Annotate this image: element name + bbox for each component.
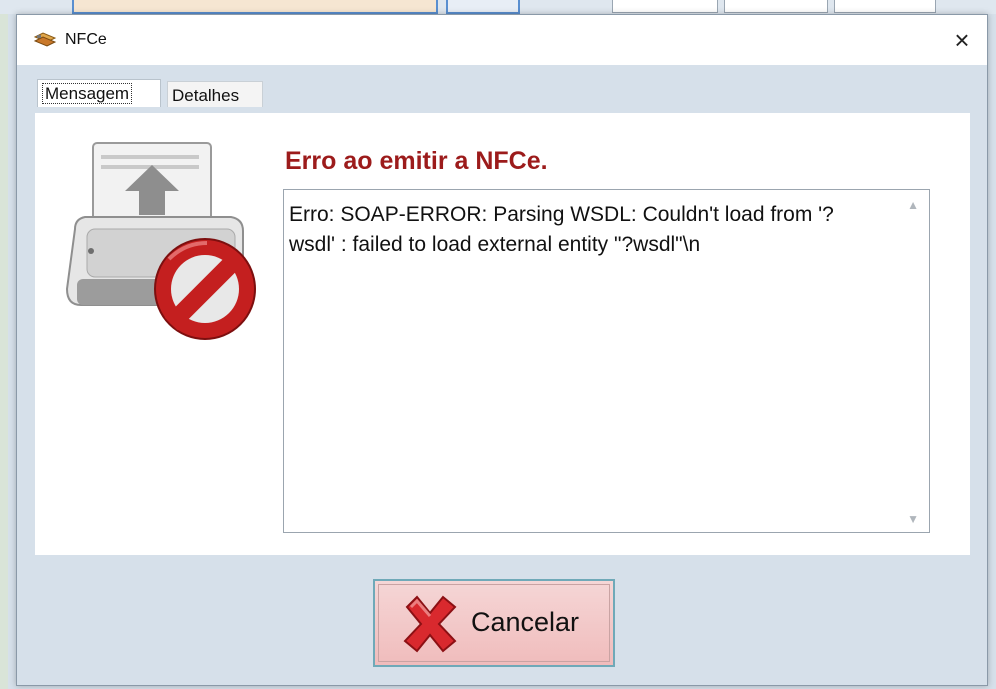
background-field	[72, 0, 438, 14]
scroll-down-icon[interactable]: ▼	[907, 512, 919, 526]
tab-mensagem[interactable]: Mensagem	[37, 79, 161, 107]
scroll-up-icon[interactable]: ▲	[907, 198, 919, 212]
close-button[interactable]: ×	[937, 15, 987, 65]
app-icon	[33, 32, 57, 47]
background-app-strip	[0, 0, 996, 14]
tab-detalhes[interactable]: Detalhes	[167, 81, 263, 107]
dialog-title: NFCe	[65, 31, 107, 48]
error-heading: Erro ao emitir a NFCe.	[285, 147, 548, 175]
error-message-text: Erro: SOAP-ERROR: Parsing WSDL: Couldn't…	[289, 203, 834, 256]
close-icon: ×	[954, 24, 970, 55]
background-button	[724, 0, 828, 13]
cancel-button[interactable]: Cancelar	[373, 579, 615, 667]
background-window-edge	[0, 0, 8, 689]
background-button	[612, 0, 718, 13]
background-button	[834, 0, 936, 13]
nfce-dialog: NFCe × Mensagem Detalhes Erro ao emitir …	[16, 14, 988, 686]
tab-label: Detalhes	[172, 86, 240, 105]
printer-error-icon	[65, 142, 256, 340]
background-button	[446, 0, 520, 14]
title-bar[interactable]: NFCe ×	[17, 15, 987, 65]
tab-label: Mensagem	[42, 83, 133, 104]
error-message-textbox[interactable]: Erro: SOAP-ERROR: Parsing WSDL: Couldn't…	[283, 189, 930, 533]
cancel-label: Cancelar	[471, 607, 580, 637]
red-x-icon	[403, 595, 457, 653]
